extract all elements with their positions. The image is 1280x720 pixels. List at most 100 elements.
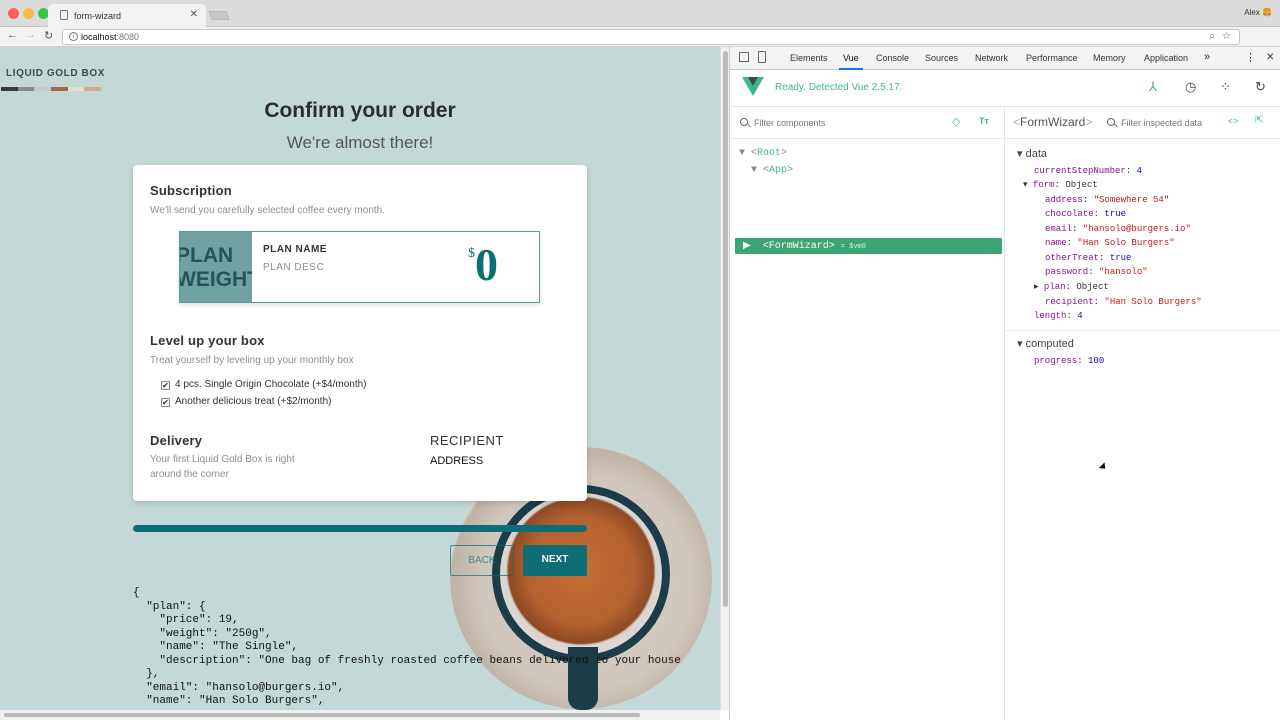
swatch bbox=[1, 87, 18, 91]
tab-application[interactable]: Application bbox=[1144, 53, 1188, 63]
info-icon[interactable]: i bbox=[69, 32, 78, 41]
delivery-desc: Your first Liquid Gold Box is right aroun… bbox=[150, 454, 295, 480]
data-row[interactable]: length: 4 bbox=[1034, 309, 1083, 323]
filter-data-input[interactable]: Filter inspected data bbox=[1121, 118, 1202, 128]
data-row[interactable]: recipient: "Han Solo Burgers" bbox=[1045, 295, 1202, 309]
data-row[interactable]: otherTreat: true bbox=[1045, 251, 1131, 265]
tab-sources[interactable]: Sources bbox=[925, 53, 958, 63]
levelup-heading: Level up your box bbox=[150, 333, 265, 348]
tab-vue[interactable]: Vue bbox=[839, 53, 863, 70]
events-tab-icon[interactable]: ⁘ bbox=[1220, 79, 1231, 95]
data-row[interactable]: name: "Han Solo Burgers" bbox=[1045, 236, 1175, 250]
filter-components-input[interactable]: Filter components bbox=[754, 118, 826, 128]
order-summary-card: Subscription We'll send you carefully se… bbox=[133, 165, 587, 501]
vue-logo-icon bbox=[742, 77, 764, 96]
section-divider bbox=[1005, 330, 1280, 331]
recipient-heading: RECIPIENT bbox=[430, 433, 504, 448]
inspected-component-name: <FormWizard> bbox=[1013, 115, 1093, 129]
section-label: computed bbox=[1025, 338, 1074, 350]
forward-arrow-icon[interactable]: → bbox=[25, 29, 36, 41]
reload-icon[interactable]: ↻ bbox=[44, 29, 53, 42]
checkbox-checked-icon[interactable]: ✔ bbox=[161, 398, 170, 407]
devtools-panel: Elements Vue Console Sources Network Per… bbox=[729, 47, 1280, 720]
tree-node-root[interactable]: ▼ <Root> bbox=[739, 148, 787, 159]
scroll-thumb[interactable] bbox=[723, 51, 728, 607]
inspect-element-icon[interactable] bbox=[739, 52, 749, 62]
new-tab-button[interactable] bbox=[208, 11, 230, 20]
address-value: ADDRESS bbox=[430, 455, 484, 467]
progress-bar bbox=[133, 525, 587, 532]
back-button[interactable]: BACK bbox=[450, 545, 514, 576]
zoom-search-icon[interactable]: ⌕ bbox=[1209, 31, 1215, 42]
node-name: FormWizard bbox=[768, 241, 829, 252]
avatar-icon: 🍔 bbox=[1262, 8, 1272, 17]
option-label: Another delicious treat (+$2/month) bbox=[175, 396, 332, 407]
tab-network[interactable]: Network bbox=[975, 53, 1008, 63]
data-row[interactable]: currentStepNumber: 4 bbox=[1034, 164, 1142, 178]
subscription-desc: We'll send you carefully selected coffee… bbox=[150, 205, 385, 216]
horizontal-scrollbar[interactable] bbox=[0, 710, 720, 720]
profile-button[interactable]: Alex 🍔 bbox=[1244, 8, 1272, 17]
data-section-toggle[interactable]: ▾ data bbox=[1017, 147, 1047, 160]
bookmark-star-icon[interactable]: ☆ bbox=[1222, 31, 1231, 42]
inspect-dom-icon[interactable]: <> bbox=[1228, 116, 1239, 126]
app-viewport: LIQUID GOLD BOX Confirm your order We're… bbox=[0, 47, 720, 710]
next-button[interactable]: NEXT bbox=[523, 545, 587, 576]
data-row[interactable]: password: "hansolo" bbox=[1045, 265, 1148, 279]
data-row-form[interactable]: ▾ form: Object bbox=[1023, 178, 1098, 192]
plan-name: PLAN NAME bbox=[263, 244, 327, 255]
plan-desc: PLAN DESC bbox=[263, 262, 325, 273]
tree-node-app[interactable]: ▼ <App> bbox=[751, 165, 793, 176]
vuex-history-icon[interactable]: ◷ bbox=[1185, 79, 1196, 95]
tab-console[interactable]: Console bbox=[876, 53, 909, 63]
page-icon bbox=[60, 10, 68, 20]
close-window-button[interactable] bbox=[8, 8, 19, 19]
checkbox-checked-icon[interactable]: ✔ bbox=[161, 381, 170, 390]
computed-section-toggle[interactable]: ▾ computed bbox=[1017, 337, 1074, 350]
back-arrow-icon[interactable]: ← bbox=[7, 29, 18, 41]
components-tab-icon[interactable]: ⅄ bbox=[1149, 79, 1157, 95]
tab-performance[interactable]: Performance bbox=[1026, 53, 1078, 63]
minimize-window-button[interactable] bbox=[23, 8, 34, 19]
browser-tab[interactable]: form-wizard ✕ bbox=[48, 4, 206, 27]
data-row[interactable]: address: "Somewhere 54" bbox=[1045, 193, 1169, 207]
open-in-editor-icon[interactable]: ⇱ bbox=[1255, 115, 1263, 126]
format-names-icon[interactable]: Tт bbox=[979, 116, 989, 126]
vertical-scrollbar[interactable] bbox=[720, 47, 729, 710]
plan-weight-text: PLANWEIGHT bbox=[180, 244, 252, 291]
more-tabs-icon[interactable]: » bbox=[1204, 51, 1210, 63]
search-icon bbox=[1107, 118, 1115, 126]
data-row[interactable]: email: "hansolo@burgers.io" bbox=[1045, 222, 1191, 236]
delivery-heading: Delivery bbox=[150, 433, 203, 448]
scroll-thumb[interactable] bbox=[4, 713, 640, 717]
devtools-menu-icon[interactable]: ⋮ bbox=[1245, 51, 1256, 64]
levelup-desc: Treat yourself by leveling up your month… bbox=[150, 355, 354, 366]
form-json-dump: { "plan": { "price": 19, "weight": "250g… bbox=[133, 587, 681, 707]
page-subtitle: We're almost there! bbox=[286, 133, 434, 152]
device-toolbar-icon[interactable] bbox=[758, 51, 766, 63]
plan-image: PLANWEIGHT bbox=[180, 232, 252, 302]
page-title: Confirm your order bbox=[264, 99, 456, 122]
data-row[interactable]: chocolate: true bbox=[1045, 207, 1126, 221]
tab-elements[interactable]: Elements bbox=[790, 53, 828, 63]
computed-row[interactable]: progress: 100 bbox=[1034, 354, 1104, 368]
close-devtools-icon[interactable]: ✕ bbox=[1266, 52, 1274, 63]
tab-memory[interactable]: Memory bbox=[1093, 53, 1126, 63]
select-component-icon[interactable]: ◇ bbox=[952, 115, 960, 128]
data-row-plan[interactable]: ▸ plan: Object bbox=[1034, 280, 1109, 294]
plan-card: PLANWEIGHT PLAN NAME PLAN DESC $0 bbox=[179, 231, 540, 303]
node-name: Root bbox=[757, 148, 782, 159]
other-treat-option[interactable]: ✔ Another delicious treat (+$2/month) bbox=[161, 396, 331, 407]
chocolate-option[interactable]: ✔ 4 pcs. Single Origin Chocolate (+$4/mon… bbox=[161, 379, 367, 390]
url-text: localhost:8080 bbox=[81, 32, 140, 42]
devtools-tabbar: Elements Vue Console Sources Network Per… bbox=[730, 47, 1280, 70]
close-tab-icon[interactable]: ✕ bbox=[190, 9, 198, 20]
currency-symbol: $ bbox=[468, 246, 475, 261]
address-bar[interactable]: i localhost:8080 ⌕ ☆ bbox=[62, 29, 1240, 45]
components-pane: Filter components ◇ Tт ▼ <Root> ▼ <App> … bbox=[730, 107, 1005, 720]
brand-swatches bbox=[1, 87, 102, 91]
swatch bbox=[17, 87, 35, 91]
tree-node-formwizard[interactable]: ▶ <FormWizard> = $vm0 bbox=[735, 238, 1002, 254]
refresh-icon[interactable]: ↻ bbox=[1255, 79, 1266, 95]
brand-logo: LIQUID GOLD BOX bbox=[6, 68, 105, 79]
